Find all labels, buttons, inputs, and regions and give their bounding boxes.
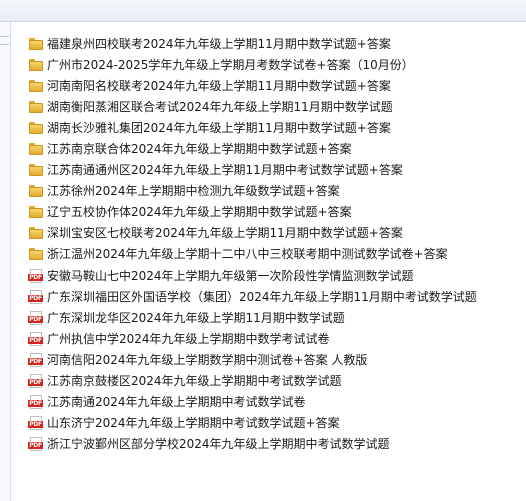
folder-item[interactable]: 浙江温州2024年九年级上学期十二中八中三校联考期中测试数学试卷+答案 [28, 244, 518, 265]
item-label: 江苏徐州2024年上学期期中检测九年级数学试题+答案 [47, 184, 340, 199]
pdf-icon: PDF [28, 289, 44, 304]
item-label: 河南信阳2024年九年级上学期数学期中测试卷+答案 人教版 [47, 352, 368, 367]
folder-icon [28, 100, 44, 114]
folder-icon [28, 205, 44, 219]
item-label: 江苏南通通州区2024年九年级上学期11月期中考试数学试题+答案 [47, 163, 403, 178]
pdf-icon: PDF [28, 310, 44, 325]
item-label: 深圳宝安区七校联考2024年九年级上学期11月期中数学试题+答案 [47, 226, 403, 241]
pdf-icon: PDF [28, 268, 44, 283]
folder-icon [28, 226, 44, 240]
folder-item[interactable]: 广州市2024-2025学年九年级上学期月考数学试卷+答案（10月份） [28, 54, 518, 75]
file-item[interactable]: PDF 安徽马鞍山七中2024年上学期九年级第一次阶段性学情监测数学试题 [28, 265, 518, 286]
folder-icon [28, 184, 44, 198]
folder-icon [28, 163, 44, 177]
folder-item[interactable]: 深圳宝安区七校联考2024年九年级上学期11月期中数学试题+答案 [28, 223, 518, 244]
file-item[interactable]: PDF 江苏南通2024年九年级上学期期中考试数学试卷 [28, 392, 518, 413]
file-item[interactable]: PDF 广东深圳福田区外国语学校（集团）2024年九年级上学期11月期中考试数学试… [28, 286, 518, 307]
file-item[interactable]: PDF 山东济宁2024年九年级上学期期中考试数学试题+答案 [28, 413, 518, 434]
file-list: 福建泉州四校联考2024年九年级上学期11月期中数学试题+答案广州市2024-2… [28, 33, 518, 455]
folder-item[interactable]: 福建泉州四校联考2024年九年级上学期11月期中数学试题+答案 [28, 33, 518, 54]
nav-divider [0, 44, 9, 45]
item-label: 广东深圳福田区外国语学校（集团）2024年九年级上学期11月期中考试数学试题 [47, 289, 477, 304]
folder-icon [28, 58, 44, 72]
item-label: 安徽马鞍山七中2024年上学期九年级第一次阶段性学情监测数学试题 [47, 268, 414, 283]
nav-divider [0, 36, 9, 37]
pdf-icon: PDF [28, 374, 44, 389]
folder-icon [28, 121, 44, 135]
item-label: 浙江温州2024年九年级上学期十二中八中三校联考期中测试数学试卷+答案 [47, 247, 448, 262]
folder-icon [28, 79, 44, 93]
item-label: 湖南长沙雅礼集团2024年九年级上学期11月期中数学试题+答案 [47, 120, 391, 135]
pdf-icon: PDF [28, 416, 44, 431]
item-label: 广州执信中学2024年九年级上学期期中数学考试试卷 [47, 331, 330, 346]
item-label: 广州市2024-2025学年九年级上学期月考数学试卷+答案（10月份） [47, 57, 414, 72]
pdf-icon: PDF [28, 437, 44, 452]
item-label: 辽宁五校协作体2024年九年级上学期期中数学试题+答案 [47, 205, 352, 220]
folder-item[interactable]: 江苏南通通州区2024年九年级上学期11月期中考试数学试题+答案 [28, 160, 518, 181]
navigation-pane[interactable] [0, 22, 11, 501]
item-label: 浙江宁波鄞州区部分学校2024年九年级上学期期中考试数学试题 [47, 437, 390, 452]
folder-item[interactable]: 湖南衡阳蒸湘区联合考试2024年九年级上学期11月期中数学试题 [28, 96, 518, 117]
file-item[interactable]: PDF 广州执信中学2024年九年级上学期期中数学考试试卷 [28, 328, 518, 349]
item-label: 江苏南京联合体2024年九年级上学期期中数学试题+答案 [47, 142, 352, 157]
file-item[interactable]: PDF 浙江宁波鄞州区部分学校2024年九年级上学期期中考试数学试题 [28, 434, 518, 455]
item-label: 福建泉州四校联考2024年九年级上学期11月期中数学试题+答案 [47, 36, 391, 51]
explorer-toolbar [0, 0, 526, 22]
item-label: 山东济宁2024年九年级上学期期中考试数学试题+答案 [47, 416, 340, 431]
file-item[interactable]: PDF 江苏南京鼓楼区2024年九年级上学期期中考试数学试题 [28, 371, 518, 392]
item-label: 河南南阳名校联考2024年九年级上学期11月期中数学试题+答案 [47, 78, 391, 93]
folder-icon [28, 37, 44, 51]
pdf-icon: PDF [28, 395, 44, 410]
folder-icon [28, 142, 44, 156]
pdf-icon: PDF [28, 352, 44, 367]
folder-item[interactable]: 江苏徐州2024年上学期期中检测九年级数学试题+答案 [28, 181, 518, 202]
pdf-icon: PDF [28, 331, 44, 346]
item-label: 江苏南京鼓楼区2024年九年级上学期期中考试数学试题 [47, 374, 342, 389]
folder-item[interactable]: 辽宁五校协作体2024年九年级上学期期中数学试题+答案 [28, 202, 518, 223]
file-item[interactable]: PDF 河南信阳2024年九年级上学期数学期中测试卷+答案 人教版 [28, 349, 518, 370]
file-item[interactable]: PDF 广东深圳龙华区2024年九年级上学期11月期中数学试题 [28, 307, 518, 328]
item-label: 广东深圳龙华区2024年九年级上学期11月期中数学试题 [47, 310, 345, 325]
folder-item[interactable]: 河南南阳名校联考2024年九年级上学期11月期中数学试题+答案 [28, 75, 518, 96]
item-label: 江苏南通2024年九年级上学期期中考试数学试卷 [47, 395, 306, 410]
folder-icon [28, 247, 44, 261]
folder-item[interactable]: 湖南长沙雅礼集团2024年九年级上学期11月期中数学试题+答案 [28, 117, 518, 138]
item-label: 湖南衡阳蒸湘区联合考试2024年九年级上学期11月期中数学试题 [47, 99, 393, 114]
folder-item[interactable]: 江苏南京联合体2024年九年级上学期期中数学试题+答案 [28, 138, 518, 159]
